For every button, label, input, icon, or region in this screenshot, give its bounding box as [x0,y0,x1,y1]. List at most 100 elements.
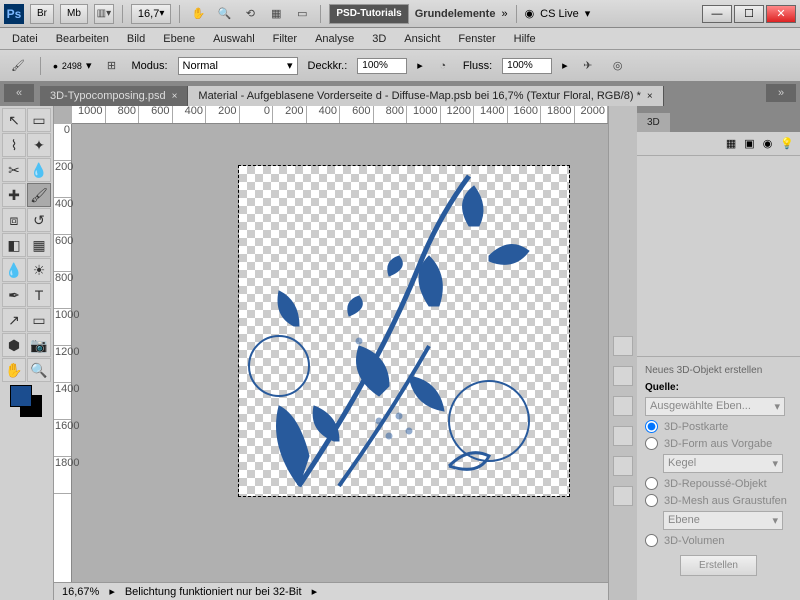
tabs-scroll-right[interactable]: » [766,84,796,102]
marquee-tool[interactable]: ▭ [27,108,51,132]
shape-tool[interactable]: ▭ [27,308,51,332]
panel-tab-3d[interactable]: 3D [637,113,670,132]
radio-postkarte[interactable] [645,420,658,433]
hand-icon[interactable]: ✋ [188,4,208,24]
cslive-icon[interactable]: ◉ [525,7,535,20]
brush-tool-icon[interactable]: 🖌 [8,56,28,76]
hand-tool[interactable]: ✋ [2,358,26,382]
source-select[interactable]: Ausgewählte Eben...▾ [645,397,785,416]
close-icon[interactable]: × [647,91,653,102]
menu-hilfe[interactable]: Hilfe [514,33,536,45]
pen-tool[interactable]: ✒ [2,283,26,307]
minibridge-button[interactable]: Mb [60,4,88,24]
bridge-button[interactable]: Br [30,4,54,24]
status-message: Belichtung funktioniert nur bei 32-Bit [125,586,302,598]
deckkr-label: Deckkr.: [308,60,348,72]
fluss-label: Fluss: [463,60,492,72]
brush-preset[interactable]: • 2498▾ [53,58,91,74]
dodge-tool[interactable]: ☀ [27,258,51,282]
document-canvas[interactable] [239,166,569,496]
history-brush-tool[interactable]: ↺ [27,208,51,232]
maximize-button[interactable]: ☐ [734,5,764,23]
menu-3d[interactable]: 3D [372,33,386,45]
cslive-label[interactable]: CS Live [540,8,579,20]
airbrush-icon[interactable]: ✈ [578,56,598,76]
lights-icon[interactable]: 💡 [780,137,794,150]
zoom-tool[interactable]: 🔍 [27,358,51,382]
status-zoom[interactable]: 16,67% [62,586,99,598]
lasso-tool[interactable]: ⌇ [2,133,26,157]
tablet-size-icon[interactable]: ◎ [608,56,628,76]
menu-bild[interactable]: Bild [127,33,145,45]
arrange-icon[interactable]: ▦ [266,4,286,24]
document-tab-2[interactable]: Material - Aufgeblasene Vorderseite d - … [188,86,663,106]
blur-tool[interactable]: 💧 [2,258,26,282]
brush-panel-icon[interactable]: ⊞ [101,56,121,76]
menu-fenster[interactable]: Fenster [458,33,495,45]
workspace-label[interactable]: Grundelemente [415,8,496,20]
radio-volumen[interactable] [645,534,658,547]
rotate-icon[interactable]: ⟲ [240,4,260,24]
radio-repousse[interactable] [645,477,658,490]
eraser-tool[interactable]: ◧ [2,233,26,257]
dock-icon[interactable] [613,396,633,416]
menu-datei[interactable]: Datei [12,33,38,45]
zoom-icon[interactable]: 🔍 [214,4,234,24]
flow-input[interactable] [502,58,552,74]
radio-form[interactable] [645,437,658,450]
menu-bearbeiten[interactable]: Bearbeiten [56,33,109,45]
eyedrop-tool[interactable]: 💧 [27,158,51,182]
dock-icon[interactable] [613,486,633,506]
dock-icon[interactable] [613,336,633,356]
screen-icon[interactable]: ▭ [292,4,312,24]
workspace-button[interactable]: PSD-Tutorials [329,4,408,24]
move-tool[interactable]: ↖ [2,108,26,132]
stamp-tool[interactable]: ⧈ [2,208,26,232]
dock-icon[interactable] [613,456,633,476]
dock-icon[interactable] [613,426,633,446]
document-tab-1[interactable]: 3D-Typocomposing.psd× [40,86,188,106]
menu-analyse[interactable]: Analyse [315,33,354,45]
radio-mesh[interactable] [645,494,658,507]
ruler-vertical[interactable]: 020040060080010001200140016001800 [54,124,72,582]
3d-tool[interactable]: ⬢ [2,333,26,357]
layout-dropdown[interactable]: ▥▾ [94,4,114,24]
wand-tool[interactable]: ✦ [27,133,51,157]
color-swatches[interactable] [2,383,51,419]
ruler-horizontal[interactable]: 1000800600400200020040060080010001200140… [72,106,608,124]
menu-ebene[interactable]: Ebene [163,33,195,45]
dock-icon[interactable] [613,366,633,386]
create-button[interactable]: Erstellen [680,555,757,576]
modus-label: Modus: [131,60,167,72]
close-icon[interactable]: × [172,91,178,102]
menu-filter[interactable]: Filter [273,33,297,45]
modus-select[interactable]: Normal▾ [178,57,298,75]
materials-icon[interactable]: ◉ [763,137,773,150]
heal-tool[interactable]: ✚ [2,183,26,207]
right-panels: 3D ▦ ▣ ◉ 💡 Neues 3D-Objekt erstellen Que… [608,106,800,600]
type-tool[interactable]: T [27,283,51,307]
menu-auswahl[interactable]: Auswahl [213,33,255,45]
path-tool[interactable]: ↗ [2,308,26,332]
crop-tool[interactable]: ✂ [2,158,26,182]
zoom-level[interactable]: 16,7 ▾ [131,4,171,24]
tabs-scroll-left[interactable]: « [4,84,34,102]
brush-tool[interactable]: 🖌 [27,183,51,207]
gradient-tool[interactable]: ▦ [27,233,51,257]
3d-camera-tool[interactable]: 📷 [27,333,51,357]
fg-color[interactable] [10,385,32,407]
opacity-input[interactable] [357,58,407,74]
mesh-icon[interactable]: ▣ [744,137,754,150]
minimize-button[interactable]: — [702,5,732,23]
app-logo[interactable]: Ps [4,4,24,24]
close-button[interactable]: ✕ [766,5,796,23]
more-icon[interactable]: » [501,8,507,20]
mesh-select[interactable]: Ebene▾ [663,511,783,530]
canvas-area: 1000800600400200020040060080010001200140… [54,106,608,600]
scene-icon[interactable]: ▦ [726,137,736,150]
quelle-label: Quelle: [645,382,792,393]
shape-select[interactable]: Kegel▾ [663,454,783,473]
tablet-opacity-icon[interactable]: ◔ [433,56,453,76]
menu-ansicht[interactable]: Ansicht [404,33,440,45]
status-bar: 16,67% ▸ Belichtung funktioniert nur bei… [54,582,608,600]
